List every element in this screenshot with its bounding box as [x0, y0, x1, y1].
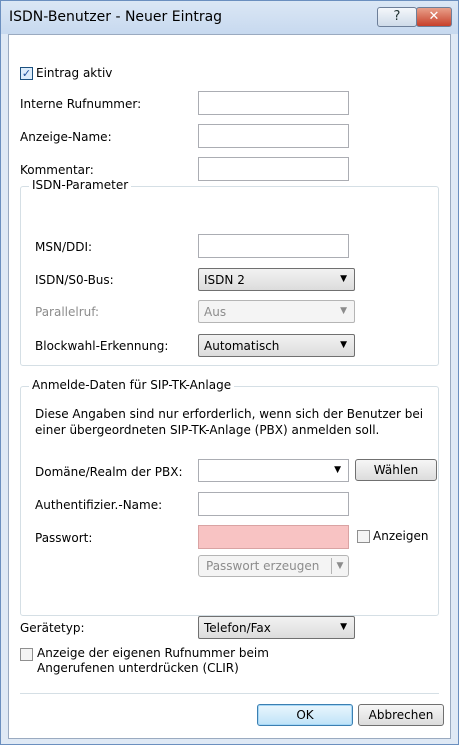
device-type-value: Telefon/Fax: [204, 621, 271, 635]
chevron-down-icon: ▼: [334, 465, 341, 475]
parallel-call-select[interactable]: Aus ▼: [198, 300, 355, 323]
internal-number-label: Interne Rufnummer:: [20, 97, 142, 111]
comment-label: Kommentar:: [20, 163, 94, 177]
msn-input[interactable]: [198, 234, 349, 258]
help-icon: ?: [393, 9, 401, 24]
pbx-domain-label: Domäne/Realm der PBX:: [35, 465, 183, 479]
auth-name-label: Authentifizier.-Name:: [35, 498, 163, 512]
chevron-down-icon: ▼: [340, 622, 347, 632]
generate-password-label: Passwort erzeugen: [206, 559, 320, 573]
msn-label: MSN/DDI:: [35, 240, 93, 254]
cancel-button[interactable]: Abbrechen: [358, 704, 444, 726]
isdn-bus-select[interactable]: ISDN 2 ▼: [198, 268, 355, 291]
sip-login-legend: Anmelde-Daten für SIP-TK-Anlage: [29, 378, 235, 392]
parallel-call-value: Aus: [204, 305, 227, 319]
dialog-window: ISDN-Benutzer - Neuer Eintrag ? ✕ ✓ Eint…: [0, 0, 459, 745]
clir-label-line-2: Angerufenen unterdrücken (CLIR): [37, 661, 239, 675]
entry-active-label: Eintrag aktiv: [36, 66, 113, 80]
chevron-down-icon: ▼: [340, 340, 347, 350]
footer-separator: [20, 693, 439, 694]
device-type-select[interactable]: Telefon/Fax ▼: [198, 616, 355, 639]
isdn-bus-label: ISDN/S0-Bus:: [35, 273, 114, 287]
close-button[interactable]: ✕: [416, 7, 452, 27]
password-label: Passwort:: [35, 531, 93, 545]
generate-password-button[interactable]: Passwort erzeugen ▼: [198, 555, 349, 577]
clir-label-line-1: Anzeige der eigenen Rufnummer beim: [37, 646, 269, 660]
check-mark-icon: ✓: [21, 67, 32, 80]
sip-info-text: Diese Angaben sind nur erforderlich, wen…: [35, 406, 423, 438]
isdn-parameter-legend: ISDN-Parameter: [29, 178, 132, 192]
block-dial-select[interactable]: Automatisch ▼: [198, 334, 355, 357]
entry-active-checkbox[interactable]: ✓: [20, 67, 33, 80]
internal-number-input[interactable]: [198, 91, 349, 115]
clir-label: Anzeige der eigenen Rufnummer beim Anger…: [37, 646, 269, 676]
show-password-checkbox[interactable]: [357, 530, 370, 543]
chevron-down-icon: ▼: [340, 306, 347, 316]
sip-info-line-1: Diese Angaben sind nur erforderlich, wen…: [35, 407, 424, 421]
close-icon: ✕: [428, 9, 440, 24]
auth-name-input[interactable]: [198, 492, 349, 516]
comment-input[interactable]: [198, 157, 349, 181]
password-input[interactable]: [198, 525, 349, 549]
device-type-label: Gerätetyp:: [20, 621, 85, 635]
title-bar: ISDN-Benutzer - Neuer Eintrag ? ✕: [1, 1, 458, 34]
help-button[interactable]: ?: [377, 7, 417, 27]
chevron-down-icon[interactable]: ▼: [331, 558, 348, 574]
display-name-label: Anzeige-Name:: [20, 130, 112, 144]
window-title: ISDN-Benutzer - Neuer Eintrag: [9, 9, 223, 25]
parallel-call-label: Parallelruf:: [35, 305, 100, 319]
block-dial-value: Automatisch: [204, 339, 280, 353]
dialog-content: ✓ Eintrag aktiv Interne Rufnummer: Anzei…: [8, 34, 451, 739]
ok-button[interactable]: OK: [257, 704, 353, 726]
sip-info-line-2: einer übergeordneten SIP-TK-Anlage (PBX)…: [35, 423, 380, 437]
choose-button[interactable]: Wählen: [355, 459, 437, 481]
pbx-domain-combobox[interactable]: ▼: [198, 459, 349, 482]
show-password-label: Anzeigen: [373, 529, 429, 543]
isdn-bus-value: ISDN 2: [204, 273, 245, 287]
display-name-input[interactable]: [198, 124, 349, 148]
clir-checkbox[interactable]: [20, 648, 33, 661]
block-dial-label: Blockwahl-Erkennung:: [35, 339, 169, 353]
chevron-down-icon: ▼: [340, 274, 347, 284]
